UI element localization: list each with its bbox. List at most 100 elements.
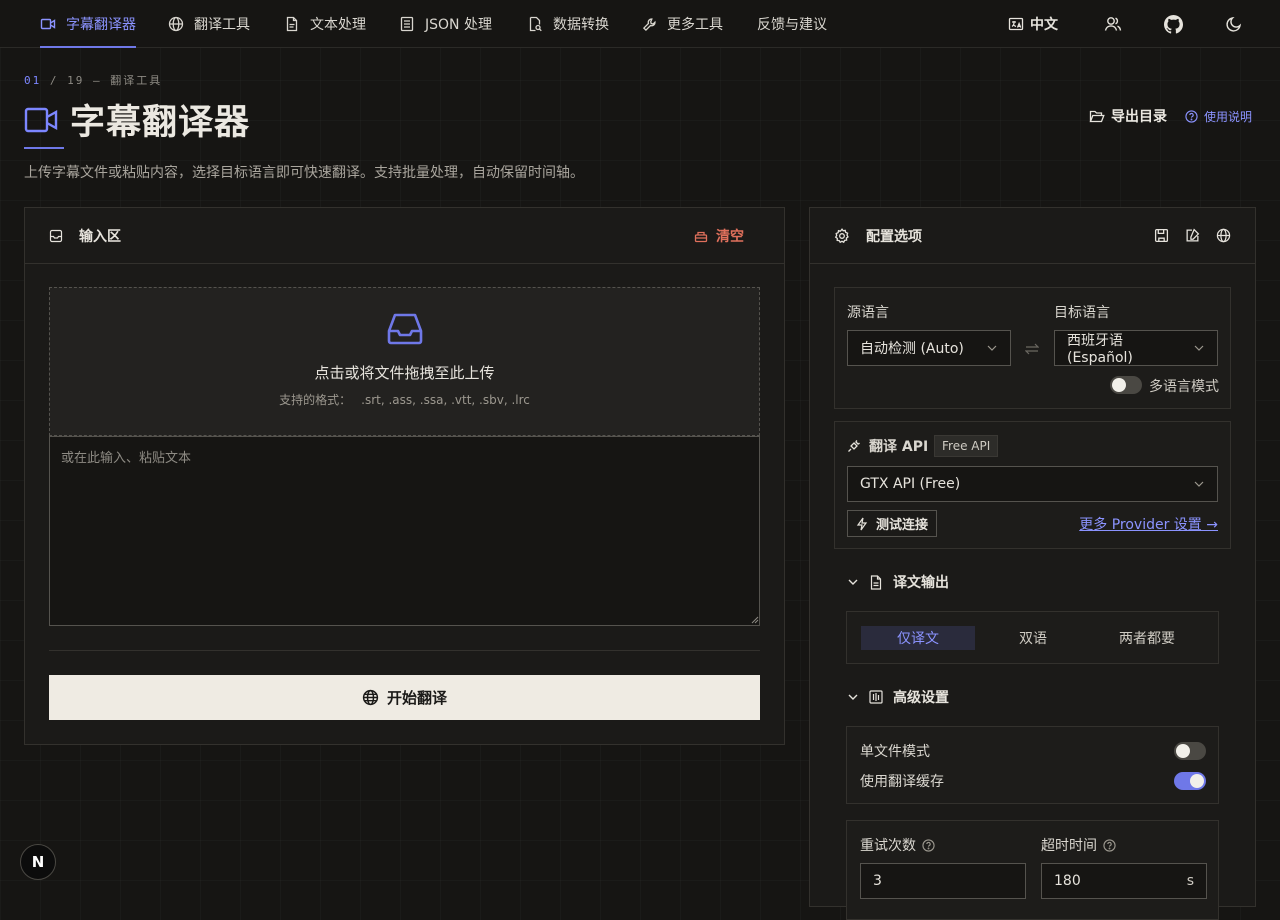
nav-item-label: 数据转换 [553, 17, 609, 33]
help-link[interactable]: 使用说明 [1185, 108, 1252, 125]
github-icon [1164, 14, 1183, 34]
output-mode-segmented: 仅译文 双语 两者都要 [846, 611, 1219, 664]
retry-timeout-settings: 重试次数 超时时间 3 180 s [846, 820, 1219, 920]
gear-icon [834, 227, 850, 244]
file-search-icon [527, 16, 543, 32]
use-cache-label: 使用翻译缓存 [860, 774, 944, 790]
api-provider-select[interactable]: GTX API (Free) [847, 466, 1218, 502]
free-api-badge: Free API [934, 435, 999, 457]
inbox-icon [49, 229, 63, 243]
retry-count-value: 3 [873, 873, 882, 889]
users-button[interactable] [1104, 0, 1122, 48]
folder-open-icon [1089, 109, 1105, 123]
help-label: 使用说明 [1203, 109, 1252, 124]
help-circle-icon [1185, 109, 1198, 123]
globe-icon[interactable] [1216, 228, 1231, 243]
formats-label: 支持的格式： [279, 393, 352, 407]
users-icon [1104, 15, 1122, 33]
advanced-section-toggle[interactable]: 高级设置 [847, 687, 949, 707]
nav-item-translation-tools[interactable]: 翻译工具 [168, 0, 250, 48]
wrench-icon [642, 17, 657, 32]
file-dropzone[interactable]: 点击或将文件拖拽至此上传 支持的格式： .srt, .ass, .ssa, .vt… [49, 287, 760, 436]
language-label: 中文 [1030, 17, 1058, 33]
github-button[interactable] [1164, 0, 1183, 48]
dev-tools-badge[interactable]: N [20, 844, 56, 880]
inbox-tray-icon [386, 310, 424, 348]
toggle-knob [1112, 378, 1126, 392]
output-section-toggle[interactable]: 译文输出 [847, 572, 949, 592]
use-cache-toggle[interactable] [1174, 772, 1206, 790]
formats-list: .srt, .ass, .ssa, .vtt, .sbv, .lrc [361, 393, 530, 407]
toggle-knob [1190, 774, 1204, 788]
single-file-mode-toggle[interactable] [1174, 742, 1206, 760]
help-circle-icon[interactable] [1103, 838, 1116, 852]
test-connection-label: 测试连接 [876, 518, 929, 533]
timeout-value: 180 [1054, 873, 1081, 889]
export-directory-button[interactable]: 导出目录 [1089, 106, 1167, 126]
retry-count-input[interactable]: 3 [860, 863, 1026, 899]
api-provider-value: GTX API (Free) [860, 476, 961, 492]
input-panel: 输入区 清空 点击或将文件拖拽至此上传 支持的格式： .srt, .ass, .s… [24, 207, 785, 745]
output-option-translation-only[interactable]: 仅译文 [861, 626, 975, 650]
target-language-value: 西班牙语 (Español) [1067, 333, 1133, 366]
braces-file-icon [399, 16, 415, 32]
video-icon [24, 105, 58, 135]
swap-languages-icon[interactable] [1025, 343, 1039, 355]
output-option-both[interactable]: 两者都要 [1090, 626, 1204, 650]
advanced-section-label: 高级设置 [893, 690, 949, 706]
title-underline [24, 147, 64, 149]
nav-item-data-conversion[interactable]: 数据转换 [527, 0, 609, 48]
timeout-label-row: 超时时间 [1041, 835, 1116, 855]
source-language-value: 自动检测 (Auto) [860, 341, 964, 357]
document-icon [869, 574, 883, 590]
nav-item-more-tools[interactable]: 更多工具 [642, 0, 723, 48]
start-translate-button[interactable]: 开始翻译 [49, 675, 760, 720]
resize-grip-icon[interactable] [751, 616, 759, 624]
source-language-label: 源语言 [847, 305, 889, 321]
output-section-label: 译文输出 [893, 575, 949, 591]
document-icon [284, 16, 300, 32]
theme-toggle-button[interactable] [1225, 0, 1243, 48]
nav-item-subtitle-translator[interactable]: 字幕翻译器 [40, 0, 136, 48]
start-translate-label: 开始翻译 [386, 690, 447, 707]
input-panel-header: 输入区 清空 [25, 208, 784, 264]
clear-button[interactable]: 清空 [694, 226, 744, 246]
language-switcher[interactable]: 中文 [1008, 0, 1058, 48]
multi-language-toggle[interactable] [1110, 376, 1142, 394]
clear-label: 清空 [716, 228, 744, 245]
help-circle-icon[interactable] [922, 838, 935, 852]
moon-icon [1225, 15, 1243, 33]
dropzone-title: 点击或将文件拖拽至此上传 [314, 364, 495, 382]
config-panel-title: 配置选项 [866, 228, 922, 245]
page-title: 字幕翻译器 [70, 103, 251, 143]
target-language-select[interactable]: 西班牙语 (Español) [1054, 330, 1218, 366]
config-panel: 配置选项 源语言 目标语言 自动检测 (Auto) 西班牙语 (Español)… [809, 207, 1256, 920]
chevron-down-icon [1193, 342, 1205, 354]
timeout-unit: s [1186, 873, 1194, 889]
timeout-input[interactable]: 180 s [1041, 863, 1207, 899]
toggle-knob [1176, 744, 1190, 758]
nav-item-text-processing[interactable]: 文本处理 [284, 0, 366, 48]
retry-count-label-row: 重试次数 [860, 835, 935, 855]
edit-icon[interactable] [1185, 228, 1200, 243]
test-connection-button[interactable]: 测试连接 [847, 510, 938, 537]
breadcrumb-index: 01 [24, 74, 42, 87]
page-subtitle: 上传字幕文件或粘贴内容，选择目标语言即可快速翻译。支持批量处理，自动保留时间轴。 [24, 165, 584, 181]
video-icon [40, 16, 56, 32]
save-icon[interactable] [1154, 228, 1169, 243]
output-option-bilingual[interactable]: 双语 [976, 626, 1090, 650]
more-provider-settings-link[interactable]: 更多 Provider 设置 → [1079, 514, 1218, 534]
nav-item-json-processing[interactable]: JSON 处理 [399, 0, 492, 48]
plug-icon [847, 439, 861, 453]
nav-item-label: JSON 处理 [425, 17, 492, 33]
single-file-mode-label: 单文件模式 [860, 744, 930, 760]
globe-icon [168, 16, 184, 32]
config-panel-header: 配置选项 [810, 208, 1255, 264]
config-actions [1154, 228, 1231, 243]
header-actions: 导出目录 使用说明 [1089, 106, 1252, 126]
source-language-select[interactable]: 自动检测 (Auto) [847, 330, 1011, 366]
chevron-down-icon [847, 576, 859, 588]
nav-item-feedback[interactable]: 反馈与建议 [757, 0, 827, 48]
nav-item-label: 更多工具 [667, 17, 723, 33]
text-input-area[interactable] [49, 436, 760, 626]
